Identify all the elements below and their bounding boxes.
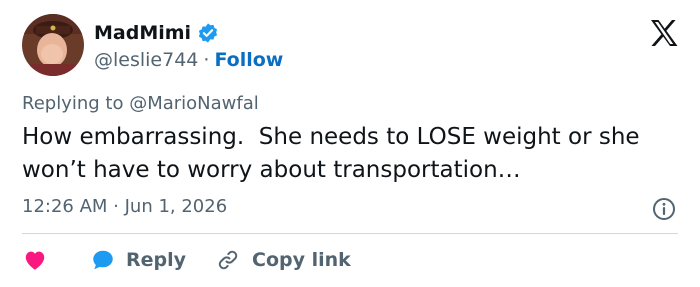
- divider: [22, 233, 678, 234]
- reply-bubble-icon: [93, 250, 113, 270]
- copy-link-label: Copy link: [252, 249, 351, 271]
- copy-link-button[interactable]: Copy link: [216, 248, 351, 272]
- follow-button[interactable]: Follow: [214, 49, 283, 71]
- verified-badge-icon: [197, 22, 219, 44]
- tweet-text: How embarrassing. She needs to LOSE weig…: [22, 124, 647, 183]
- avatar[interactable]: [22, 14, 84, 76]
- author-display-name[interactable]: MadMimi: [94, 22, 191, 44]
- reply-button[interactable]: Reply: [90, 247, 186, 273]
- action-bar: Reply Copy link: [22, 244, 351, 276]
- info-icon[interactable]: [652, 197, 676, 221]
- x-logo-icon[interactable]: [650, 20, 678, 46]
- replying-to-text: Replying to @MarioNawfal: [22, 93, 259, 114]
- heart-icon[interactable]: [22, 247, 48, 273]
- handle-separator: ·: [203, 49, 210, 71]
- author-name-row: MadMimi: [94, 20, 219, 46]
- reply-label: Reply: [126, 249, 187, 271]
- author-handle-row: @leslie744 · Follow: [94, 47, 283, 73]
- avatar-image: [22, 14, 84, 76]
- tweet-timestamp[interactable]: 12:26 AM · Jun 1, 2026: [22, 196, 227, 217]
- author-handle[interactable]: @leslie744: [94, 49, 198, 71]
- link-icon: [218, 250, 238, 270]
